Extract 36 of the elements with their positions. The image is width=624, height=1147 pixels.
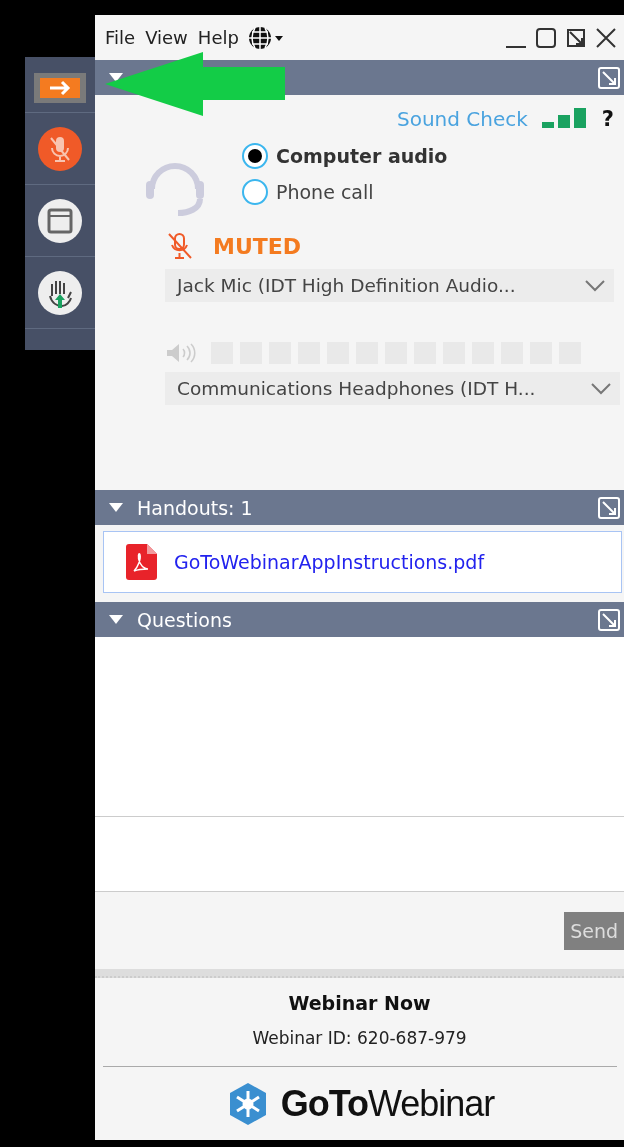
- popout-icon[interactable]: [598, 496, 620, 519]
- collapse-triangle-icon: [109, 614, 123, 625]
- window-icon: [37, 197, 83, 244]
- handout-item[interactable]: GoToWebinarAppInstructions.pdf: [103, 531, 622, 593]
- resize-grip[interactable]: [95, 969, 624, 978]
- audio-mode-radio[interactable]: Phone call: [242, 179, 448, 205]
- speaker-select[interactable]: Communications Headphones (IDT H...: [165, 372, 620, 405]
- raise-hand-icon: [37, 269, 83, 316]
- speaker-icon: [165, 342, 197, 364]
- globe-dropdown-icon[interactable]: [246, 24, 285, 51]
- chevron-down-icon: [584, 278, 606, 293]
- pdf-file-icon: [124, 543, 158, 581]
- close-icon[interactable]: [594, 25, 618, 50]
- question-input-field[interactable]: [95, 817, 624, 892]
- popout-icon[interactable]: [598, 608, 620, 631]
- muted-mic-icon: [37, 125, 83, 172]
- arrow-right-icon: [34, 72, 86, 103]
- help-button[interactable]: ?: [601, 107, 614, 131]
- collapse-triangle-icon: [109, 72, 123, 83]
- questions-panel-header[interactable]: Questions: [95, 602, 624, 637]
- audio-mode-radio[interactable]: Computer audio: [242, 143, 448, 169]
- muted-mic-icon: [165, 231, 195, 261]
- handouts-panel-header[interactable]: Handouts: 1: [95, 490, 624, 525]
- maximize-icon[interactable]: [534, 25, 558, 50]
- popout-icon[interactable]: [598, 66, 620, 89]
- webinar-title: Webinar Now: [288, 992, 431, 1014]
- menu-item[interactable]: Help: [195, 27, 241, 48]
- collapse-triangle-icon: [109, 502, 123, 513]
- menu-item[interactable]: View: [143, 27, 190, 48]
- chevron-down-icon: [590, 381, 612, 396]
- product-logo: GoToWebinar: [280, 1083, 495, 1125]
- microphone-select[interactable]: Jack Mic (IDT High Definition Audio...: [165, 269, 614, 302]
- signal-bars-icon: [541, 108, 588, 130]
- mic-status-label: MUTED: [213, 233, 302, 259]
- webinar-id: Webinar ID: 620-687-979: [252, 1028, 467, 1048]
- menu-item[interactable]: File: [103, 27, 138, 48]
